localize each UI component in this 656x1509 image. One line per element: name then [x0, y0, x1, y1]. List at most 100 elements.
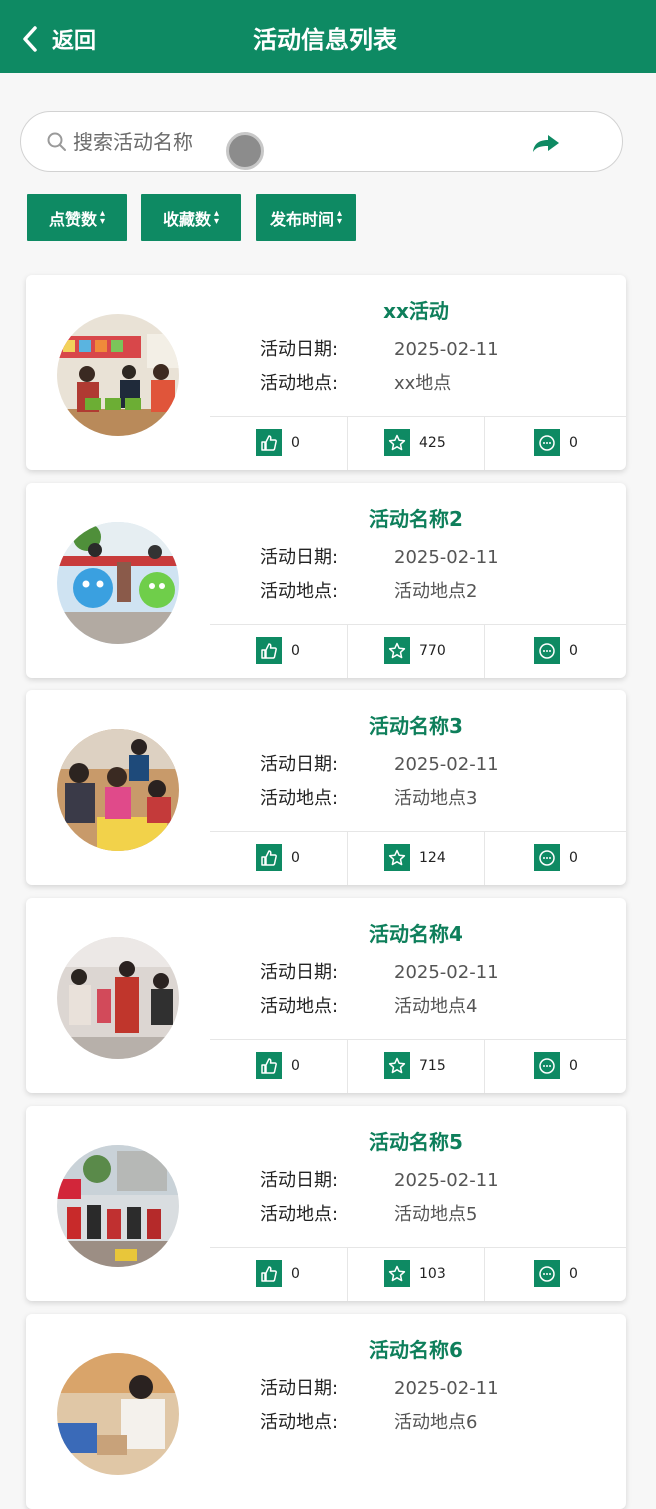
thumbs-up-icon: [256, 1052, 282, 1079]
activity-photo: [57, 937, 179, 1059]
chat-bubble-icon: [534, 1260, 560, 1287]
like-count: 0: [291, 1057, 300, 1074]
comment-stat[interactable]: 0: [534, 1052, 578, 1079]
favorite-stat[interactable]: 715: [384, 1052, 446, 1079]
comment-count: 0: [569, 434, 578, 451]
activity-name: 活动名称6: [369, 1338, 463, 1362]
activity-date-label: 活动日期:: [260, 962, 339, 983]
thumbs-up-icon: [256, 429, 282, 456]
chat-bubble-icon: [534, 637, 560, 664]
activity-name: 活动名称2: [369, 507, 463, 531]
divider: [210, 1039, 626, 1040]
comment-count: 0: [569, 1057, 578, 1074]
star-icon: [384, 844, 410, 871]
activity-place: xx地点: [394, 373, 452, 394]
activity-place-row: 活动地点: 活动地点5: [260, 1200, 477, 1226]
activity-place-row: 活动地点: 活动地点3: [260, 784, 477, 810]
activity-place-row: 活动地点: 活动地点6: [260, 1408, 477, 1434]
activity-card[interactable]: 活动名称3 活动日期: 2025-02-11 活动地点: 活动地点3 0 124 0: [26, 690, 626, 885]
divider: [484, 624, 485, 678]
sort-by-favorites-button[interactable]: 收藏数 ▴ ▾: [141, 194, 241, 241]
like-count: 0: [291, 434, 300, 451]
activity-date: 2025-02-11: [394, 1170, 499, 1191]
activity-date-label: 活动日期:: [260, 754, 339, 775]
comment-stat[interactable]: 0: [534, 1260, 578, 1287]
activity-photo: [57, 314, 179, 436]
activity-card[interactable]: 活动名称5 活动日期: 2025-02-11 活动地点: 活动地点5 0 103 0: [26, 1106, 626, 1301]
activity-name: xx活动: [383, 299, 449, 323]
search-bar: [20, 111, 623, 172]
search-input[interactable]: [73, 124, 473, 160]
comment-stat[interactable]: 0: [534, 637, 578, 664]
activity-card[interactable]: 活动名称4 活动日期: 2025-02-11 活动地点: 活动地点4 0 715 0: [26, 898, 626, 1093]
share-arrow-icon[interactable]: [531, 132, 561, 154]
divider: [484, 831, 485, 885]
chat-bubble-icon: [534, 1052, 560, 1079]
activity-place-row: 活动地点: xx地点: [260, 369, 451, 395]
thumbs-up-icon: [256, 844, 282, 871]
divider: [347, 416, 348, 470]
activity-card[interactable]: 活动名称2 活动日期: 2025-02-11 活动地点: 活动地点2 0 770 0: [26, 483, 626, 678]
activity-place: 活动地点5: [394, 1204, 478, 1225]
activity-place: 活动地点4: [394, 996, 478, 1017]
like-count: 0: [291, 642, 300, 659]
activity-date-row: 活动日期: 2025-02-11: [260, 1374, 499, 1400]
comment-stat[interactable]: 0: [534, 844, 578, 871]
thumbs-up-icon: [256, 637, 282, 664]
activity-date-row: 活动日期: 2025-02-11: [260, 750, 499, 776]
activity-date: 2025-02-11: [394, 754, 499, 775]
activity-date-row: 活动日期: 2025-02-11: [260, 958, 499, 984]
activity-name: 活动名称5: [369, 1130, 463, 1154]
like-stat[interactable]: 0: [256, 844, 300, 871]
divider: [347, 624, 348, 678]
sort-arrows-icon: ▴ ▾: [99, 207, 106, 227]
top-app-bar: 返回 活动信息列表: [0, 0, 656, 73]
search-icon: [47, 132, 66, 151]
activity-photo: [57, 1145, 179, 1267]
star-icon: [384, 637, 410, 664]
sort-by-publish-time-button[interactable]: 发布时间 ▴ ▾: [256, 194, 356, 241]
divider: [347, 1247, 348, 1301]
activity-card[interactable]: 活动名称6 活动日期: 2025-02-11 活动地点: 活动地点6: [26, 1314, 626, 1509]
activity-place-label: 活动地点:: [260, 996, 339, 1017]
activity-date: 2025-02-11: [394, 339, 499, 360]
chat-bubble-icon: [534, 429, 560, 456]
comment-stat[interactable]: 0: [534, 429, 578, 456]
sort-arrows-icon: ▴ ▾: [213, 207, 220, 227]
activity-place-label: 活动地点:: [260, 1204, 339, 1225]
activity-date: 2025-02-11: [394, 547, 499, 568]
activity-card[interactable]: xx活动 活动日期: 2025-02-11 活动地点: xx地点 0 425 0: [26, 275, 626, 470]
like-count: 0: [291, 849, 300, 866]
activity-date-label: 活动日期:: [260, 339, 339, 360]
activity-place-label: 活动地点:: [260, 373, 339, 394]
divider: [484, 1247, 485, 1301]
like-stat[interactable]: 0: [256, 1260, 300, 1287]
activity-date: 2025-02-11: [394, 1378, 499, 1399]
activity-name: 活动名称4: [369, 922, 463, 946]
activity-photo: [57, 522, 179, 644]
sort-by-likes-button[interactable]: 点赞数 ▴ ▾: [27, 194, 127, 241]
divider: [347, 1039, 348, 1093]
divider: [484, 1039, 485, 1093]
favorite-stat[interactable]: 103: [384, 1260, 446, 1287]
divider: [484, 416, 485, 470]
comment-count: 0: [569, 642, 578, 659]
activity-date: 2025-02-11: [394, 962, 499, 983]
favorite-stat[interactable]: 770: [384, 637, 446, 664]
star-icon: [384, 429, 410, 456]
sort-arrows-icon: ▴ ▾: [336, 207, 343, 227]
sort-label: 点赞数: [48, 209, 97, 229]
favorite-count: 124: [419, 849, 446, 866]
like-stat[interactable]: 0: [256, 429, 300, 456]
page-title: 活动信息列表: [253, 26, 397, 54]
like-stat[interactable]: 0: [256, 1052, 300, 1079]
favorite-stat[interactable]: 124: [384, 844, 446, 871]
like-stat[interactable]: 0: [256, 637, 300, 664]
favorite-count: 425: [419, 434, 446, 451]
activity-place-label: 活动地点:: [260, 788, 339, 809]
favorite-stat[interactable]: 425: [384, 429, 446, 456]
sort-label: 收藏数: [162, 209, 211, 229]
activity-place: 活动地点2: [394, 581, 478, 602]
activity-date-row: 活动日期: 2025-02-11: [260, 1166, 499, 1192]
activity-date-label: 活动日期:: [260, 1378, 339, 1399]
